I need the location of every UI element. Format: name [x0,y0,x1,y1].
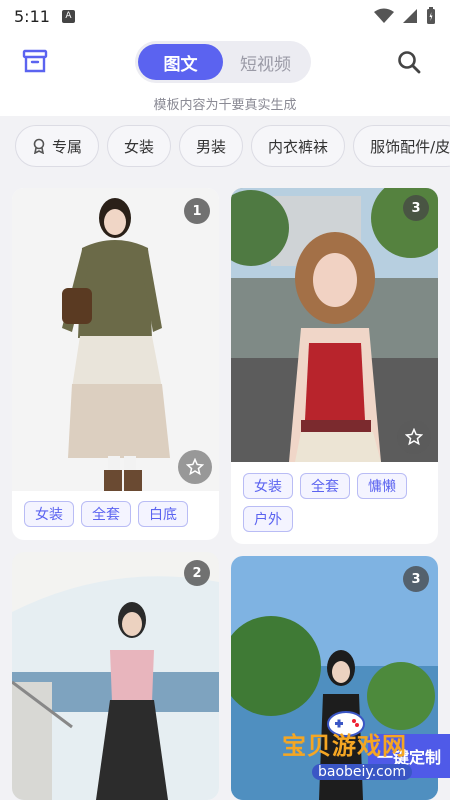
chip-mens[interactable]: 男装 [179,125,244,167]
chip-label: 男装 [196,137,227,156]
tag[interactable]: 白底 [138,501,188,527]
badge-icon [33,138,45,154]
image-count-badge: 1 [184,198,210,224]
chip-label: 女装 [124,137,155,156]
image-count-badge: 3 [403,195,429,221]
chip-label: 专属 [52,137,83,156]
tag[interactable]: 户外 [243,506,293,532]
archive-icon [22,49,48,73]
archive-button[interactable] [22,48,48,74]
battery-icon [427,7,435,24]
watermark-text: 宝贝游戏网 [282,732,407,760]
watermark-logo: 一键定制 宝贝游戏网 baobeiy.com [272,708,450,800]
watermark-url: baobeiy.com [312,764,413,780]
template-card[interactable]: 2 [12,552,219,800]
template-card[interactable]: 1 女装 全套 白底 [12,188,219,540]
chip-exclusive[interactable]: 专属 [15,125,100,167]
tag[interactable]: 女装 [24,501,74,527]
chip-womens[interactable]: 女装 [107,125,172,167]
tag[interactable]: 全套 [81,501,131,527]
favorite-button[interactable] [178,450,212,484]
tag[interactable]: 女装 [243,473,293,499]
star-icon [405,428,423,446]
status-time: 5:11 [14,6,50,26]
tag[interactable]: 全套 [300,473,350,499]
search-button[interactable] [396,49,422,75]
chip-accessories[interactable]: 服饰配件/皮 [353,125,450,167]
signal-icon [403,9,417,23]
tag[interactable]: 慵懒 [357,473,407,499]
tab-short-video[interactable]: 短视频 [223,44,308,80]
chip-underwear[interactable]: 内衣裤袜 [251,125,346,167]
card-photo [12,552,219,800]
chip-label: 内衣裤袜 [268,137,329,156]
app-header: 图文 短视频 模板内容为千要真实生成 [0,32,450,116]
search-icon [398,51,421,74]
star-icon [186,458,204,476]
image-count-badge: 2 [184,560,210,586]
favorite-button[interactable] [397,420,431,454]
tag-list: 女装 全套 慵懒 户外 [243,473,428,532]
chip-label: 服饰配件/皮 [370,137,450,156]
tab-image-text[interactable]: 图文 [138,44,223,80]
app-indicator-icon: A [61,9,75,23]
status-bar: 5:11 A [0,0,450,32]
status-icons [374,7,436,25]
wifi-icon [374,8,394,23]
template-card[interactable]: 3 女装 全套 慵懒 户外 [231,188,438,544]
card-photo [12,188,219,491]
image-count-badge: 3 [403,566,429,592]
tag-list: 女装 全套 白底 [24,501,209,527]
category-chip-row: 专属 女装 男装 内衣裤袜 服饰配件/皮 [0,116,450,176]
disclaimer-text: 模板内容为千要真实生成 [153,98,297,113]
content-type-switch: 图文 短视频 [135,41,311,83]
